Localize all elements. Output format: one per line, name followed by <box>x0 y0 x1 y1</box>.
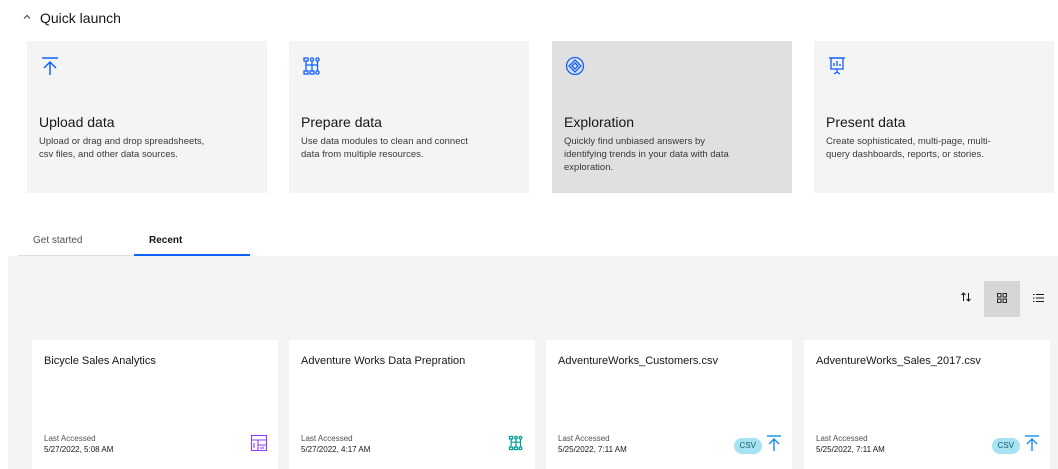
card-icons: CSV <box>733 434 782 457</box>
upload-icon <box>1024 434 1040 457</box>
data-module-icon <box>301 57 323 81</box>
tile-description: Upload or drag and drop spreadsheets, cs… <box>39 136 205 160</box>
data-module-icon <box>507 434 525 457</box>
card-accessed-label: Last Accessed <box>301 434 353 443</box>
recent-card[interactable]: Adventure Works Data Prepration Last Acc… <box>289 340 535 469</box>
tab-recent[interactable]: Recent <box>134 229 250 256</box>
grid-view-button[interactable] <box>984 281 1020 317</box>
tab-get-started[interactable]: Get started <box>18 229 134 256</box>
tile-exploration[interactable]: Exploration Quickly find unbiased answer… <box>552 41 792 193</box>
grid-view-icon <box>997 290 1007 308</box>
card-icons <box>507 434 525 457</box>
upload-icon <box>766 434 782 457</box>
card-title: Adventure Works Data Prepration <box>301 355 466 367</box>
card-icons <box>250 434 268 457</box>
sort-icon <box>960 290 972 308</box>
chevron-up-icon <box>22 12 32 25</box>
card-title: AdventureWorks_Customers.csv <box>558 355 718 367</box>
csv-badge: CSV <box>991 437 1020 454</box>
recent-card[interactable]: AdventureWorks_Customers.csv Last Access… <box>546 340 792 469</box>
list-view-icon <box>1032 290 1044 308</box>
quick-launch-title: Quick launch <box>40 10 121 26</box>
card-icons: CSV <box>991 434 1040 457</box>
tile-title: Present data <box>826 114 906 130</box>
exploration-icon <box>564 56 586 81</box>
tile-description: Use data modules to clean and connect da… <box>301 136 468 160</box>
sort-button[interactable] <box>948 281 984 317</box>
card-accessed-label: Last Accessed <box>816 434 868 443</box>
card-accessed-date: 5/25/2022, 7:11 AM <box>558 445 627 454</box>
tile-title: Prepare data <box>301 114 382 130</box>
card-accessed-date: 5/27/2022, 5:08 AM <box>44 445 114 454</box>
card-title: Bicycle Sales Analytics <box>44 355 156 367</box>
content-tabs: Get started Recent <box>18 229 250 256</box>
card-title: AdventureWorks_Sales_2017.csv <box>816 355 981 367</box>
tile-prepare-data[interactable]: Prepare data Use data modules to clean a… <box>289 41 529 193</box>
dashboard-icon <box>250 434 268 457</box>
card-accessed-label: Last Accessed <box>44 434 96 443</box>
card-accessed-date: 5/27/2022, 4:17 AM <box>301 445 371 454</box>
list-view-button[interactable] <box>1020 281 1056 317</box>
recent-card[interactable]: Bicycle Sales Analytics Last Accessed 5/… <box>32 340 278 469</box>
quick-launch-toggle[interactable]: Quick launch <box>22 10 121 26</box>
card-accessed-date: 5/25/2022, 7:11 AM <box>816 445 885 454</box>
tile-description: Create sophisticated, multi-page, multi-… <box>826 136 991 160</box>
tile-description: Quickly find unbiased answers by identif… <box>564 136 729 173</box>
recent-card[interactable]: AdventureWorks_Sales_2017.csv Last Acces… <box>804 340 1050 469</box>
tile-upload-data[interactable]: Upload data Upload or drag and drop spre… <box>27 41 267 193</box>
tile-title: Exploration <box>564 114 635 130</box>
presentation-icon <box>826 57 848 81</box>
card-accessed-label: Last Accessed <box>558 434 610 443</box>
tile-title: Upload data <box>39 114 115 130</box>
tile-present-data[interactable]: Present data Create sophisticated, multi… <box>814 41 1054 193</box>
csv-badge: CSV <box>733 437 762 454</box>
upload-icon <box>39 57 61 81</box>
